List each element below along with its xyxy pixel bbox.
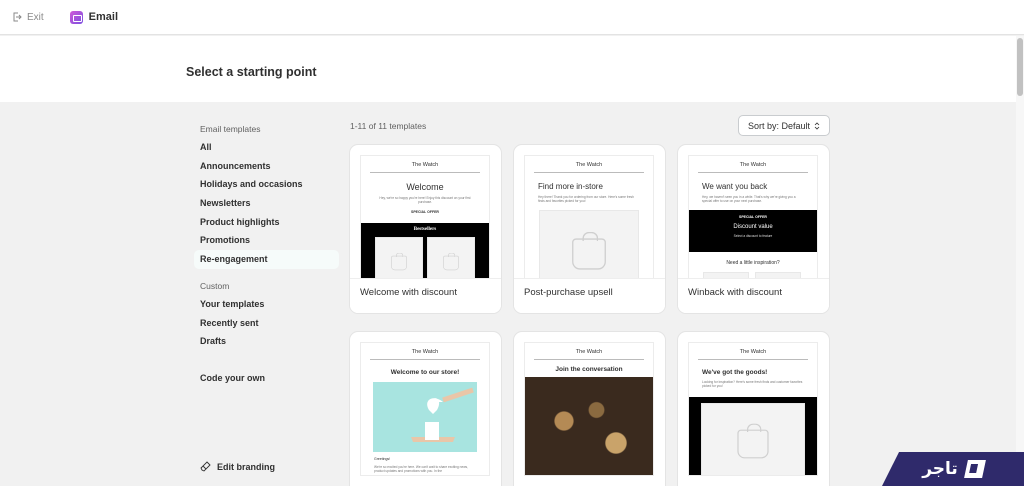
sidebar-item-drafts[interactable]: Drafts <box>194 332 339 351</box>
sidebar-item-holidays[interactable]: Holidays and occasions <box>194 175 339 194</box>
preview-heading: Find more in-store <box>538 182 603 191</box>
brand-logo-text: تاجر <box>922 459 958 479</box>
preview-offer-title: Discount value <box>733 223 773 230</box>
template-card-label: Winback with discount <box>688 287 782 298</box>
sidebar-item-your-templates[interactable]: Your templates <box>194 295 339 314</box>
app-title-label: Email <box>88 11 119 23</box>
template-preview: The Watch Find more in-store Hey there! … <box>524 155 654 288</box>
app-title: Email <box>69 10 119 24</box>
preview-brand: The Watch <box>575 349 603 355</box>
preview-hero-image <box>373 382 477 452</box>
preview-body: Hey, we haven't seen you in a while. Tha… <box>702 195 796 204</box>
template-preview: The Watch Welcome to our store! Greeting… <box>360 342 490 476</box>
preview-brand: The Watch <box>411 349 439 355</box>
custom-heading: Custom <box>200 280 230 291</box>
template-card-welcome-discount[interactable]: The Watch Welcome Hey, we're so happy yo… <box>350 145 501 313</box>
preview-heading: We've got the goods! <box>702 369 768 376</box>
preview-badge: SPECIAL OFFER <box>739 214 767 219</box>
exit-label: Exit <box>27 11 44 23</box>
page-title: Select a starting point <box>186 65 317 79</box>
preview-badge: SPECIAL OFFER <box>411 209 439 214</box>
sidebar-item-promotions[interactable]: Promotions <box>194 231 339 250</box>
preview-body: Hey, we're so happy you're here! Enjoy t… <box>379 196 471 205</box>
preview-body: Looking for inspiration? Here's some fre… <box>702 380 803 389</box>
sidebar-item-re-engagement[interactable]: Re-engagement <box>194 250 339 269</box>
sidebar-item-product-highlights[interactable]: Product highlights <box>194 213 339 232</box>
preview-heading: Join the conversation <box>555 366 623 373</box>
preview-body: We're so excited you're here. We can't w… <box>374 465 469 474</box>
scrollbar[interactable] <box>1016 36 1024 486</box>
preview-brand: The Watch <box>411 162 439 168</box>
sidebar-item-recently-sent[interactable]: Recently sent <box>194 314 339 333</box>
preview-brand: The Watch <box>739 349 767 355</box>
template-preview: The Watch We've got the goods! Looking f… <box>688 342 818 476</box>
template-card-label: Post-purchase upsell <box>524 287 613 298</box>
email-templates-heading: Email templates <box>200 124 261 134</box>
preview-offer-sub: Select a discount to feature <box>733 233 773 238</box>
template-preview: The Watch Welcome Hey, we're so happy yo… <box>360 155 490 288</box>
sidebar-item-announcements[interactable]: Announcements <box>194 157 339 176</box>
preview-greeting: Greetings! <box>374 457 391 461</box>
sidebar-item-newsletters[interactable]: Newsletters <box>194 194 339 213</box>
email-app-icon <box>69 10 83 24</box>
product-placeholder-icon <box>572 231 606 270</box>
page-header: Select a starting point <box>0 36 1016 102</box>
exit-icon <box>13 12 22 22</box>
preview-brand: The Watch <box>575 162 603 168</box>
code-your-own-link[interactable]: Code your own <box>194 369 265 388</box>
brand-logo-mark-icon <box>963 460 986 478</box>
preview-hero-image <box>525 377 653 475</box>
exit-button[interactable]: Exit <box>12 12 44 23</box>
edit-branding-button[interactable]: Edit branding <box>200 461 275 472</box>
preview-body: Hey there! Thank you for ordering from o… <box>538 195 634 204</box>
top-bar: Exit Email <box>0 0 1024 35</box>
preview-heading: Welcome to our store! <box>390 369 460 376</box>
sort-select[interactable]: Sort by: Default <box>738 115 830 136</box>
paintbrush-icon <box>200 461 211 472</box>
sort-label: Sort by: Default <box>747 120 811 131</box>
template-card-got-the-goods[interactable]: The Watch We've got the goods! Looking f… <box>678 332 829 486</box>
template-card-join-conversation[interactable]: The Watch Join the conversation <box>514 332 665 486</box>
sort-chevrons-icon <box>814 121 820 130</box>
preview-brand: The Watch <box>739 162 767 168</box>
template-card-welcome-store[interactable]: The Watch Welcome to our store! Greeting… <box>350 332 501 486</box>
template-preview: The Watch We want you back Hey, we haven… <box>688 155 818 288</box>
preview-heading: Welcome <box>406 182 444 192</box>
template-card-winback[interactable]: The Watch We want you back Hey, we haven… <box>678 145 829 313</box>
brand-logo: تاجر <box>882 452 1024 486</box>
template-sidebar: Email templates All Announcements Holida… <box>194 120 339 486</box>
template-card-post-purchase[interactable]: The Watch Find more in-store Hey there! … <box>514 145 665 313</box>
edit-branding-label: Edit branding <box>217 461 275 472</box>
sidebar-item-all[interactable]: All <box>194 138 339 157</box>
template-card-label: Welcome with discount <box>360 287 457 298</box>
scrollbar-thumb[interactable] <box>1017 38 1023 96</box>
product-placeholder-icon <box>737 423 769 459</box>
preview-heading: We want you back <box>702 182 768 191</box>
template-count: 1-11 of 11 templates <box>350 121 427 131</box>
template-preview: The Watch Join the conversation <box>524 342 654 476</box>
